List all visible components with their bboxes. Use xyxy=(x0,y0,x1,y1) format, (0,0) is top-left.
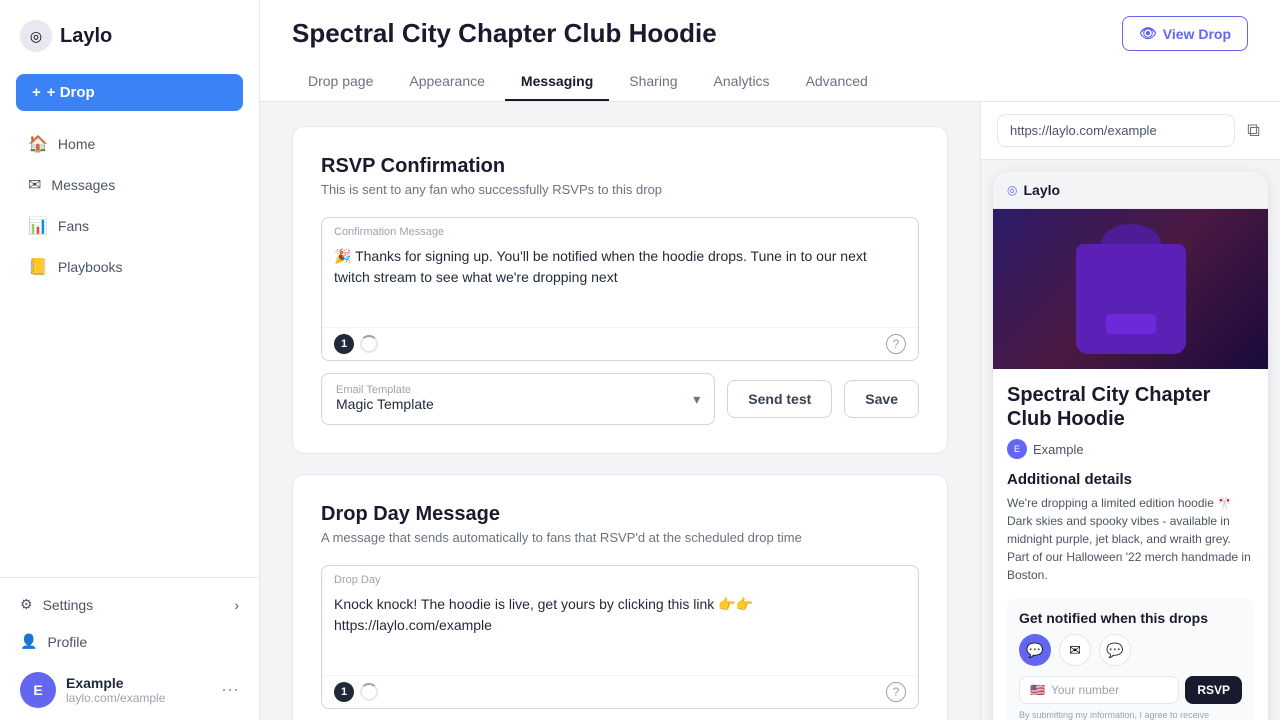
brand-name: Example xyxy=(1033,442,1084,457)
drop-icon: + xyxy=(32,84,41,101)
sidebar-logo: ◎ Laylo xyxy=(0,0,259,62)
url-input[interactable] xyxy=(997,114,1235,147)
notify-section: Get notified when this drops 💬 ✉ 💬 🇺🇸 Yo… xyxy=(1007,598,1254,720)
phone-disclaimer: By submitting my information, I agree to… xyxy=(1019,710,1242,720)
tab-appearance[interactable]: Appearance xyxy=(393,63,501,101)
notify-sms-icon[interactable]: 💬 xyxy=(1019,634,1051,666)
sidebar-item-messages[interactable]: ✉ Messages xyxy=(8,165,251,205)
home-icon: 🏠 xyxy=(28,134,48,154)
phone-body: Spectral City Chapter Club Hoodie E Exam… xyxy=(993,369,1268,720)
user-profile[interactable]: E Example laylo.com/example ⋯ xyxy=(0,660,259,720)
url-bar: ⧉ xyxy=(981,102,1280,160)
drop-day-loading-spinner xyxy=(360,683,378,701)
rsvp-textarea-label: Confirmation Message xyxy=(322,218,918,242)
logo-text: Laylo xyxy=(60,25,112,48)
rsvp-textarea[interactable]: 🎉 Thanks for signing up. You'll be notif… xyxy=(322,242,918,322)
phone-number-input[interactable]: 🇺🇸 Your number xyxy=(1019,676,1179,704)
hoodie-illustration xyxy=(1076,224,1186,354)
rsvp-textarea-footer: 1 ? xyxy=(322,327,918,360)
sidebar-bottom: ⚙ Settings › 👤 Profile E Example laylo.c… xyxy=(0,577,259,720)
content-area: RSVP Confirmation This is sent to any fa… xyxy=(260,102,1280,720)
laylo-logo-icon: ◎ xyxy=(20,20,52,52)
drop-day-textarea-label: Drop Day xyxy=(322,566,918,590)
sidebar-item-home[interactable]: 🏠 Home xyxy=(8,124,251,164)
rsvp-actions: Email Template Magic Template ▾ Send tes… xyxy=(321,373,919,425)
phone-brand: E Example xyxy=(1007,439,1254,459)
char-badge: 1 xyxy=(334,334,354,354)
product-image xyxy=(993,209,1268,369)
phone-placeholder: Your number xyxy=(1051,683,1119,697)
page-title: Spectral City Chapter Club Hoodie xyxy=(292,18,717,49)
phone-logo-text: Laylo xyxy=(1023,182,1060,198)
notify-title: Get notified when this drops xyxy=(1019,610,1242,626)
sidebar-nav: 🏠 Home ✉ Messages 📊 Fans 📒 Playbooks xyxy=(0,123,259,288)
help-icon[interactable]: ? xyxy=(886,334,906,354)
settings-item[interactable]: ⚙ Settings › xyxy=(0,586,259,623)
phone-preview: ◎ Laylo Spectral City Chapter Club Hoodi… xyxy=(981,160,1280,720)
rsvp-save-button[interactable]: Save xyxy=(844,380,919,418)
fans-icon: 📊 xyxy=(28,216,48,236)
notify-icons: 💬 ✉ 💬 xyxy=(1019,634,1242,666)
drop-day-subtitle: A message that sends automatically to fa… xyxy=(321,530,919,545)
drop-day-char-badge: 1 xyxy=(334,682,354,702)
view-drop-button[interactable]: 👁 View Drop xyxy=(1122,16,1248,51)
user-url: laylo.com/example xyxy=(66,691,211,705)
user-name: Example xyxy=(66,675,211,691)
email-template-label: Email Template xyxy=(336,384,434,396)
drop-day-help-icon[interactable]: ? xyxy=(886,682,906,702)
drop-day-title: Drop Day Message xyxy=(321,503,919,526)
rsvp-button[interactable]: RSVP xyxy=(1185,676,1242,704)
profile-icon: 👤 xyxy=(20,633,37,650)
preview-panel: ⧉ ◎ Laylo xyxy=(980,102,1280,720)
rsvp-subtitle: This is sent to any fan who successfully… xyxy=(321,182,919,197)
main-content: Spectral City Chapter Club Hoodie 👁 View… xyxy=(260,0,1280,720)
email-template-value: Magic Template xyxy=(336,396,434,412)
phone-header: ◎ Laylo xyxy=(993,172,1268,209)
tab-messaging[interactable]: Messaging xyxy=(505,63,609,101)
settings-icon: ⚙ xyxy=(20,596,33,613)
sidebar-item-fans[interactable]: 📊 Fans xyxy=(8,206,251,246)
notify-chat-icon[interactable]: 💬 xyxy=(1099,634,1131,666)
flag-icon: 🇺🇸 xyxy=(1030,683,1045,697)
tab-drop-page[interactable]: Drop page xyxy=(292,63,389,101)
loading-spinner xyxy=(360,335,378,353)
avatar: E xyxy=(20,672,56,708)
messaging-panel: RSVP Confirmation This is sent to any fa… xyxy=(260,102,980,720)
phone-input-row: 🇺🇸 Your number RSVP xyxy=(1019,676,1242,704)
tab-advanced[interactable]: Advanced xyxy=(790,63,884,101)
tabs: Drop page Appearance Messaging Sharing A… xyxy=(292,63,1248,101)
eye-icon: 👁 xyxy=(1139,25,1157,42)
more-icon: ⋯ xyxy=(221,680,239,701)
chevron-right-icon: › xyxy=(234,597,239,613)
tab-analytics[interactable]: Analytics xyxy=(698,63,786,101)
rsvp-char-count: 1 xyxy=(334,334,378,354)
copy-url-button[interactable]: ⧉ xyxy=(1243,116,1264,145)
rsvp-title: RSVP Confirmation xyxy=(321,155,919,178)
rsvp-send-test-button[interactable]: Send test xyxy=(727,380,832,418)
phone-frame: ◎ Laylo Spectral City Chapter Club Hoodi… xyxy=(993,172,1268,720)
notify-email-icon[interactable]: ✉ xyxy=(1059,634,1091,666)
chevron-down-icon: ▾ xyxy=(693,391,700,408)
drop-day-char-count: 1 xyxy=(334,682,378,702)
top-bar: Spectral City Chapter Club Hoodie 👁 View… xyxy=(260,0,1280,102)
top-header: Spectral City Chapter Club Hoodie 👁 View… xyxy=(292,0,1248,63)
drop-day-textarea-footer: 1 ? xyxy=(322,675,918,708)
additional-details-text: We're dropping a limited edition hoodie … xyxy=(1007,494,1254,584)
brand-icon: E xyxy=(1007,439,1027,459)
rsvp-textarea-wrap: Confirmation Message 🎉 Thanks for signin… xyxy=(321,217,919,361)
profile-item[interactable]: 👤 Profile xyxy=(0,623,259,660)
messages-icon: ✉ xyxy=(28,175,41,195)
additional-details-title: Additional details xyxy=(1007,471,1254,488)
playbooks-icon: 📒 xyxy=(28,257,48,277)
drop-day-textarea[interactable]: Knock knock! The hoodie is live, get you… xyxy=(322,590,918,670)
tab-sharing[interactable]: Sharing xyxy=(613,63,693,101)
rsvp-email-template-select[interactable]: Email Template Magic Template ▾ xyxy=(321,373,715,425)
drop-day-card: Drop Day Message A message that sends au… xyxy=(292,474,948,720)
phone-product-title: Spectral City Chapter Club Hoodie xyxy=(1007,383,1254,431)
drop-day-textarea-wrap: Drop Day Knock knock! The hoodie is live… xyxy=(321,565,919,709)
sidebar-item-playbooks[interactable]: 📒 Playbooks xyxy=(8,247,251,287)
sidebar: ◎ Laylo + + Drop 🏠 Home ✉ Messages 📊 Fan… xyxy=(0,0,260,720)
rsvp-card: RSVP Confirmation This is sent to any fa… xyxy=(292,126,948,454)
drop-button[interactable]: + + Drop xyxy=(16,74,243,111)
